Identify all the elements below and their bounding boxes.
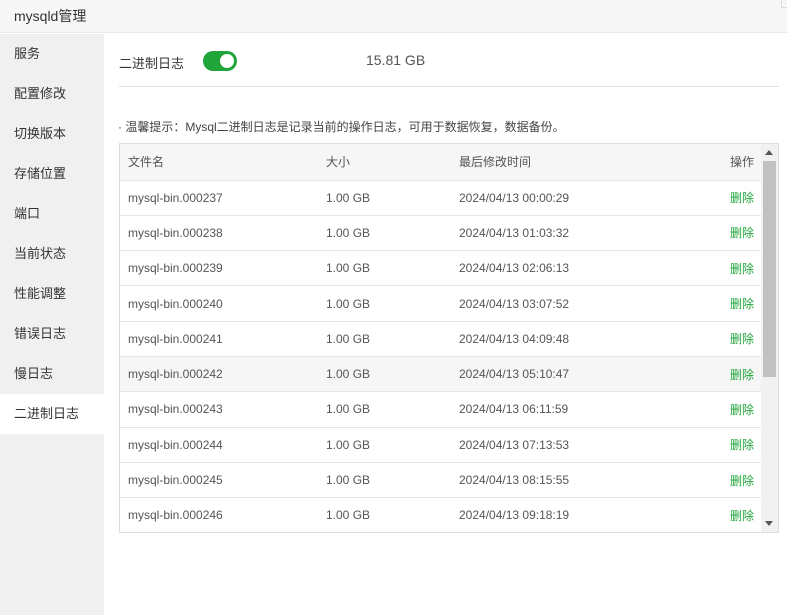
delete-link[interactable]: 删除 (730, 403, 754, 417)
sidebar-item-current-status[interactable]: 当前状态 (0, 234, 104, 274)
cell-size: 1.00 GB (326, 497, 459, 532)
header-mtime: 最后修改时间 (459, 144, 699, 181)
table-row: mysql-bin.000244 1.00 GB 2024/04/13 07:1… (120, 427, 762, 463)
header-filename: 文件名 (120, 144, 326, 181)
sidebar-item-performance[interactable]: 性能调整 (0, 274, 104, 314)
sidebar-item-port[interactable]: 端口 (0, 194, 104, 234)
cell-size: 1.00 GB (326, 321, 459, 357)
cell-mtime: 2024/04/13 02:06:13 (459, 250, 699, 287)
sidebar: 服务 配置修改 切换版本 存储位置 端口 当前状态 性能调整 错误日志 慢日志 … (0, 34, 104, 615)
cell-filename: mysql-bin.000246 (120, 497, 326, 532)
binlog-table-container: 文件名 大小 最后修改时间 操作 mysql-bin.000237 1.00 G… (119, 143, 779, 533)
toggle-knob (220, 54, 234, 68)
cell-filename: mysql-bin.000245 (120, 462, 326, 499)
binlog-label: 二进制日志 (119, 56, 185, 71)
sidebar-item-binlog[interactable]: 二进制日志 (0, 394, 104, 434)
cell-mtime: 2024/04/13 05:10:47 (459, 356, 699, 393)
cell-filename: mysql-bin.000243 (120, 391, 326, 428)
delete-link[interactable]: 删除 (730, 226, 754, 240)
scroll-thumb[interactable] (763, 161, 776, 377)
table-row: mysql-bin.000237 1.00 GB 2024/04/13 00:0… (120, 180, 762, 216)
sidebar-item-config[interactable]: 配置修改 (0, 74, 104, 114)
cell-filename: mysql-bin.000237 (120, 180, 326, 216)
cell-filename: mysql-bin.000240 (120, 285, 326, 322)
cell-size: 1.00 GB (326, 250, 459, 287)
delete-link[interactable]: 删除 (730, 474, 754, 488)
cell-mtime: 2024/04/13 01:03:32 (459, 215, 699, 252)
table-row: mysql-bin.000243 1.00 GB 2024/04/13 06:1… (120, 391, 762, 428)
sidebar-item-slow-log[interactable]: 慢日志 (0, 354, 104, 394)
cell-size: 1.00 GB (326, 285, 459, 322)
cell-mtime: 2024/04/13 00:00:29 (459, 180, 699, 216)
scroll-down-arrow-icon[interactable] (765, 521, 773, 526)
main-panel: 二进制日志 15.81 GB · 温馨提示：Mysql二进制日志是记录当前的操作… (104, 34, 787, 615)
cell-size: 1.00 GB (326, 462, 459, 499)
delete-link[interactable]: 删除 (730, 297, 754, 311)
sidebar-item-error-log[interactable]: 错误日志 (0, 314, 104, 354)
header-action: 操作 (699, 144, 762, 181)
cell-filename: mysql-bin.000238 (120, 215, 326, 252)
header-size: 大小 (326, 144, 459, 181)
binlog-total-size: 15.81 GB (366, 52, 426, 68)
cell-size: 1.00 GB (326, 391, 459, 428)
cell-filename: mysql-bin.000242 (120, 356, 326, 393)
sidebar-item-service[interactable]: 服务 (0, 34, 104, 74)
table-row: mysql-bin.000240 1.00 GB 2024/04/13 03:0… (120, 285, 762, 322)
cell-mtime: 2024/04/13 06:11:59 (459, 391, 699, 428)
binlog-toggle-row: 二进制日志 15.81 GB (119, 51, 779, 71)
table-row: mysql-bin.000238 1.00 GB 2024/04/13 01:0… (120, 215, 762, 252)
tip-text: · 温馨提示：Mysql二进制日志是记录当前的操作日志，可用于数据恢复，数据备份… (118, 120, 565, 134)
cell-filename: mysql-bin.000244 (120, 427, 326, 463)
window-corner (781, 0, 787, 8)
cell-size: 1.00 GB (326, 356, 459, 393)
table-row: mysql-bin.000239 1.00 GB 2024/04/13 02:0… (120, 250, 762, 287)
table-row: mysql-bin.000241 1.00 GB 2024/04/13 04:0… (120, 321, 762, 357)
delete-link[interactable]: 删除 (730, 332, 754, 346)
binlog-table: 文件名 大小 最后修改时间 操作 mysql-bin.000237 1.00 G… (120, 144, 762, 532)
sidebar-item-switch-version[interactable]: 切换版本 (0, 114, 104, 154)
cell-mtime: 2024/04/13 07:13:53 (459, 427, 699, 463)
cell-size: 1.00 GB (326, 215, 459, 252)
scroll-up-arrow-icon[interactable] (765, 150, 773, 155)
binlog-toggle-switch[interactable] (203, 51, 237, 71)
cell-size: 1.00 GB (326, 180, 459, 216)
delete-link[interactable]: 删除 (730, 191, 754, 205)
window-title: mysqld管理 (14, 8, 87, 24)
delete-link[interactable]: 删除 (730, 509, 754, 523)
delete-link[interactable]: 删除 (730, 368, 754, 382)
delete-link[interactable]: 删除 (730, 262, 754, 276)
cell-filename: mysql-bin.000241 (120, 321, 326, 357)
cell-mtime: 2024/04/13 09:18:19 (459, 497, 699, 532)
table-scrollbar[interactable] (761, 144, 778, 532)
cell-mtime: 2024/04/13 04:09:48 (459, 321, 699, 357)
delete-link[interactable]: 删除 (730, 438, 754, 452)
title-bar: mysqld管理 (0, 0, 787, 33)
table-row: mysql-bin.000242 1.00 GB 2024/04/13 05:1… (120, 356, 762, 393)
divider (119, 86, 779, 87)
cell-size: 1.00 GB (326, 427, 459, 463)
cell-filename: mysql-bin.000239 (120, 250, 326, 287)
table-row: mysql-bin.000245 1.00 GB 2024/04/13 08:1… (120, 462, 762, 499)
sidebar-item-storage-location[interactable]: 存储位置 (0, 154, 104, 194)
cell-mtime: 2024/04/13 08:15:55 (459, 462, 699, 499)
table-row: mysql-bin.000246 1.00 GB 2024/04/13 09:1… (120, 497, 762, 532)
table-header-row: 文件名 大小 最后修改时间 操作 (120, 144, 762, 181)
cell-mtime: 2024/04/13 03:07:52 (459, 285, 699, 322)
